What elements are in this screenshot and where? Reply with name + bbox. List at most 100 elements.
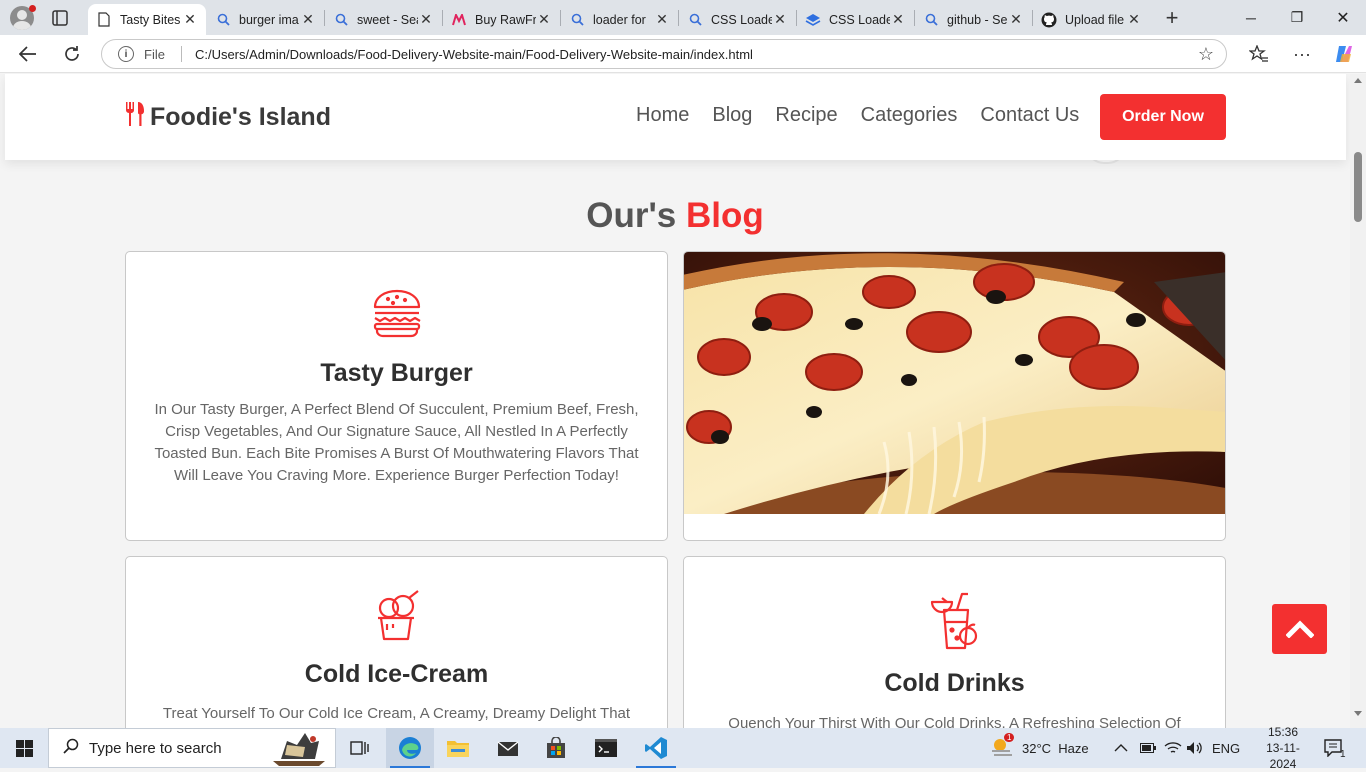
close-icon[interactable]: ✕	[890, 11, 906, 28]
pizza-image	[684, 252, 1225, 540]
favorite-star-icon[interactable]: ☆	[1198, 44, 1214, 65]
wifi-icon[interactable]	[1164, 728, 1182, 768]
scroll-up-arrow-icon[interactable]	[1354, 78, 1362, 83]
volume-icon[interactable]	[1186, 728, 1204, 768]
scroll-down-arrow-icon[interactable]	[1354, 711, 1362, 716]
scrollbar-thumb[interactable]	[1354, 152, 1362, 222]
battery-icon[interactable]	[1140, 728, 1156, 768]
tab-actions-icon[interactable]	[50, 8, 70, 28]
close-icon[interactable]: ✕	[182, 11, 198, 28]
nav-home[interactable]: Home	[636, 104, 689, 127]
blog-card-pizza-image	[683, 251, 1226, 541]
main-nav: Home Blog Recipe Categories Contact Us	[636, 104, 1102, 127]
close-icon[interactable]: ✕	[1008, 11, 1024, 28]
favorites-icon[interactable]	[1247, 43, 1271, 65]
edge-browser-icon[interactable]	[386, 728, 434, 768]
chevron-up-tray-icon[interactable]	[1114, 728, 1128, 768]
info-icon[interactable]: i	[118, 46, 134, 62]
card-text: Treat Yourself To Our Cold Ice Cream, A …	[162, 705, 631, 722]
close-icon[interactable]: ✕	[1126, 11, 1142, 28]
close-icon[interactable]: ✕	[418, 11, 434, 28]
nav-recipe[interactable]: Recipe	[775, 104, 837, 127]
tab-upload-file[interactable]: Upload file ✕	[1033, 4, 1150, 35]
order-now-button[interactable]: Order Now	[1100, 94, 1226, 140]
file-explorer-icon[interactable]	[434, 728, 482, 768]
notification-count: 1	[1340, 748, 1346, 760]
search-icon	[923, 12, 939, 28]
search-placeholder: Type here to search	[89, 739, 222, 757]
notifications-icon[interactable]: 1	[1324, 728, 1346, 768]
new-tab-icon[interactable]: +	[1160, 5, 1184, 31]
tab-css-loader-search[interactable]: CSS Loade ✕	[679, 4, 796, 35]
scroll-to-top-button[interactable]	[1272, 604, 1327, 654]
close-icon[interactable]: ✕	[772, 11, 788, 28]
tab-buy-rawfr[interactable]: Buy RawFr ✕	[443, 4, 560, 35]
brand-name: Foodie's Island	[150, 103, 331, 131]
tab-sweet-search[interactable]: sweet - Sea ✕	[325, 4, 442, 35]
tab-title: github - Se	[947, 12, 1008, 27]
refresh-icon[interactable]	[58, 41, 86, 67]
drinks-icon	[684, 592, 1225, 652]
windows-start-icon[interactable]	[0, 728, 48, 768]
language-indicator[interactable]: ENG	[1212, 728, 1240, 768]
tab-title: Upload file	[1065, 12, 1125, 27]
clock[interactable]: 15:36 13-11-2024	[1254, 725, 1312, 771]
tab-title: burger ima	[239, 12, 299, 27]
weather-haze-icon: 1	[990, 732, 1015, 760]
copilot-icon[interactable]	[1332, 43, 1356, 65]
card-title: Cold Drinks	[884, 669, 1025, 697]
back-arrow-icon[interactable]	[14, 41, 42, 67]
store-icon[interactable]	[532, 728, 580, 768]
search-icon	[569, 12, 585, 28]
task-view-icon[interactable]	[336, 728, 384, 768]
weather-widget[interactable]: 1 32°C Haze	[990, 728, 1089, 768]
weather-badge: 1	[1004, 732, 1015, 742]
windows-taskbar: Type here to search 1 32°C Haze ENG 15:3…	[0, 725, 1366, 771]
tab-burger-images[interactable]: burger ima ✕	[207, 4, 324, 35]
tab-title: CSS Loade	[711, 12, 772, 27]
utensils-icon	[124, 101, 146, 134]
card-text: Quench Your Thirst With Our Cold Drinks,…	[728, 715, 1181, 728]
close-window-icon[interactable]: ✕	[1320, 0, 1366, 35]
terminal-icon[interactable]	[582, 728, 630, 768]
tab-tasty-bites[interactable]: Tasty Bites ✕	[88, 4, 206, 35]
nav-contact-us[interactable]: Contact Us	[980, 104, 1079, 127]
taskbar-search-input[interactable]: Type here to search	[48, 728, 336, 768]
page-icon	[96, 12, 112, 28]
card-title: Cold Ice-Cream	[304, 660, 489, 688]
close-icon[interactable]: ✕	[300, 11, 316, 28]
url-text[interactable]: C:/Users/Admin/Downloads/Food-Delivery-W…	[195, 47, 1198, 62]
nav-categories[interactable]: Categories	[861, 104, 958, 127]
brand-logo[interactable]: Foodie's Island	[124, 101, 331, 134]
ice-cream-icon	[126, 590, 667, 642]
section-title: Our's Blog	[0, 196, 1350, 236]
profile-notification-dot	[29, 5, 36, 12]
tab-title: Tasty Bites	[120, 12, 181, 27]
vscode-icon[interactable]	[632, 728, 680, 768]
section-title-main: Our's	[586, 196, 677, 235]
tab-loader-for[interactable]: loader for ✕	[561, 4, 678, 35]
page-scrollbar[interactable]	[1350, 74, 1366, 728]
restore-icon[interactable]: ❐	[1274, 0, 1320, 35]
section-title-accent: Blog	[685, 196, 764, 235]
tab-github-search[interactable]: github - Se ✕	[915, 4, 1032, 35]
github-icon	[1041, 12, 1057, 28]
minimize-icon[interactable]: ─	[1228, 0, 1274, 35]
tab-title: Buy RawFr	[475, 12, 536, 27]
chevron-up-icon	[1285, 620, 1314, 638]
clock-time: 15:36	[1267, 725, 1299, 739]
tab-title: CSS Loade	[829, 12, 890, 27]
blog-card-burger: Tasty Burger In Our Tasty Burger, A Perf…	[125, 251, 668, 541]
search-icon	[215, 12, 231, 28]
mail-icon[interactable]	[484, 728, 532, 768]
close-icon[interactable]: ✕	[536, 11, 552, 28]
tab-css-loader-site[interactable]: CSS Loade ✕	[797, 4, 914, 35]
tab-title: loader for	[593, 12, 646, 27]
close-icon[interactable]: ✕	[654, 11, 670, 28]
address-field[interactable]: i File C:/Users/Admin/Downloads/Food-Del…	[101, 39, 1227, 69]
nav-blog[interactable]: Blog	[712, 104, 752, 127]
more-options-icon[interactable]: ···	[1290, 43, 1314, 65]
scheme-label: File	[144, 46, 165, 62]
card-text: In Our Tasty Burger, A Perfect Blend Of …	[154, 401, 639, 484]
layers-icon	[805, 12, 821, 28]
